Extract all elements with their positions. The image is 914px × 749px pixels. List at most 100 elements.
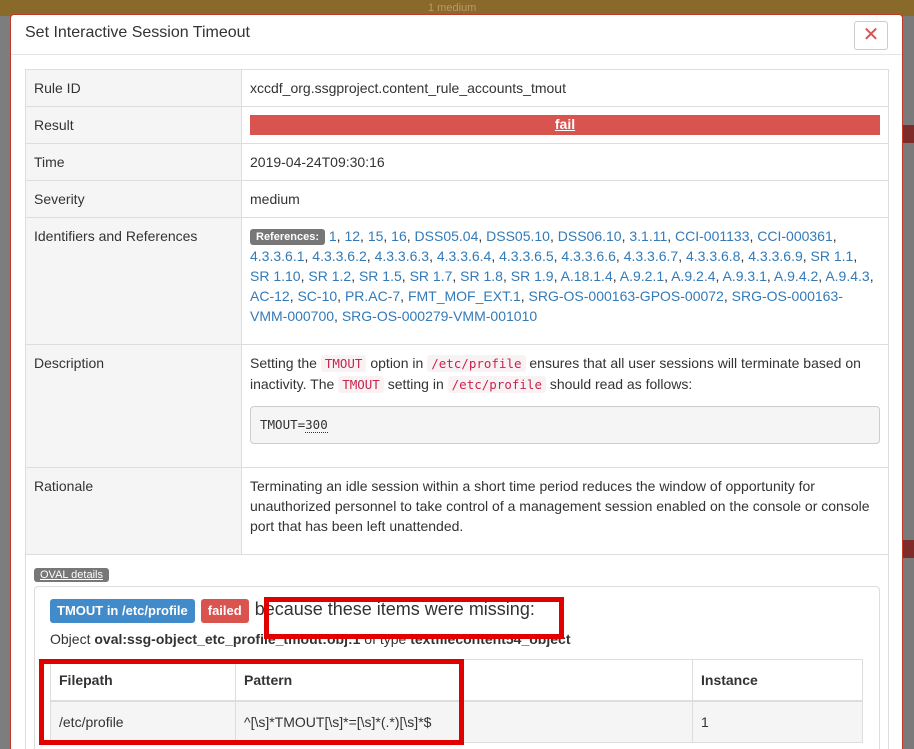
reference-link[interactable]: SC-10 [297, 288, 337, 304]
reference-link[interactable]: SR 1.10 [250, 268, 301, 284]
table-row: Result fail [25, 106, 889, 144]
row-key: Severity [25, 180, 242, 218]
reference-link[interactable]: 4.3.3.6.4 [437, 248, 492, 264]
reference-link[interactable]: CCI-001133 [675, 228, 749, 244]
reference-link[interactable]: A.9.2.1 [620, 268, 664, 284]
reference-link[interactable]: A.9.2.4 [671, 268, 715, 284]
reference-link[interactable]: SR 1.5 [359, 268, 402, 284]
backdrop-badge [903, 125, 914, 143]
code-block: TMOUT=300 [250, 406, 880, 444]
table-row: Description Setting the TMOUT option in … [25, 344, 889, 468]
row-key: Description [25, 344, 242, 468]
oval-test-line: TMOUT in /etc/profile failed because these… [50, 599, 864, 623]
column-header-instance: Instance [692, 659, 863, 702]
reference-link[interactable]: SR 1.7 [410, 268, 453, 284]
reference-link[interactable]: SRG-OS-000279-VMM-001010 [342, 308, 537, 324]
references-cell: References: 1, 12, 15, 16, DSS05.04, DSS… [241, 217, 889, 345]
table-row: Severity medium [25, 180, 889, 218]
oval-object-line: Object oval:ssg-object_etc_profile_tmout… [50, 629, 864, 649]
oval-cell: OVAL details TMOUT in /etc/profile failed… [25, 554, 889, 749]
row-key: Result [25, 106, 242, 144]
reference-link[interactable]: 12 [344, 228, 360, 244]
row-key: Rule ID [25, 69, 242, 107]
reference-link[interactable]: 3.1.11 [629, 228, 667, 244]
references-label: References: [250, 229, 325, 245]
reference-link[interactable]: CCI-000361 [757, 228, 833, 244]
reference-link[interactable]: A.9.4.3 [825, 268, 869, 284]
severity-value: medium [241, 180, 889, 218]
reference-link[interactable]: 4.3.3.6.6 [561, 248, 616, 264]
result-cell: fail [241, 106, 889, 144]
reference-link[interactable]: PR.AC-7 [345, 288, 400, 304]
table-row: Rule ID xccdf_org.ssgproject.content_rul… [25, 69, 889, 107]
table-header-row: Filepath Pattern Instance [50, 659, 863, 702]
backdrop-topbar-text: 1 medium [428, 2, 477, 14]
reference-link[interactable]: A.9.4.2 [774, 268, 818, 284]
code-value[interactable]: 300 [305, 417, 328, 433]
reference-link[interactable]: 4.3.3.6.3 [375, 248, 430, 264]
reference-link[interactable]: 4.3.3.6.1 [250, 248, 305, 264]
reference-link[interactable]: DSS05.04 [415, 228, 479, 244]
result-fail-badge[interactable]: fail [250, 115, 880, 135]
rule-id-value: xccdf_org.ssgproject.content_rule_accoun… [241, 69, 889, 107]
missing-items-text: because these items were missing: [254, 599, 535, 619]
reference-link[interactable]: 1 [329, 228, 337, 244]
oval-status-badge: failed [200, 599, 249, 623]
close-icon: ✕ [862, 24, 880, 46]
rationale-value: Terminating an idle session within a sho… [241, 467, 889, 555]
modal-body: Rule ID xccdf_org.ssgproject.content_rul… [25, 69, 889, 749]
oval-test-label: TMOUT in /etc/profile [50, 599, 195, 623]
oval-panel: TMOUT in /etc/profile failed because these… [34, 586, 880, 749]
description-text-part: Setting the [250, 355, 321, 371]
reference-link[interactable]: AC-12 [250, 288, 290, 304]
reference-link[interactable]: A.18.1.4 [561, 268, 613, 284]
table-row: /etc/profile ^[\s]*TMOUT[\s]*=[\s]*(.*)[… [50, 700, 863, 743]
instance-cell: 1 [692, 700, 863, 743]
object-prefix: Object [50, 631, 95, 647]
reference-link[interactable]: SR 1.2 [308, 268, 351, 284]
reference-link[interactable]: DSS05.10 [486, 228, 550, 244]
table-row: Rationale Terminating an idle session wi… [25, 467, 889, 555]
reference-link[interactable]: 4.3.3.6.7 [624, 248, 679, 264]
inline-code: /etc/profile [447, 376, 546, 393]
modal-title: Set Interactive Session Timeout [25, 24, 250, 41]
reference-link[interactable]: 16 [391, 228, 407, 244]
oval-details-label[interactable]: OVAL details [34, 568, 109, 582]
reference-link[interactable]: SR 1.1 [811, 248, 854, 264]
reference-link[interactable]: 4.3.3.6.5 [499, 248, 554, 264]
reference-link[interactable]: 4.3.3.6.2 [312, 248, 367, 264]
oval-items-table: Filepath Pattern Instance /etc/profile ^… [50, 659, 863, 743]
reference-link[interactable]: 4.3.3.6.9 [748, 248, 803, 264]
reference-link[interactable]: 4.3.3.6.8 [686, 248, 741, 264]
reference-link[interactable]: SR 1.8 [460, 268, 503, 284]
backdrop-badge [903, 540, 914, 558]
reference-link[interactable]: SRG-OS-000163-GPOS-00072 [529, 288, 724, 304]
modal-header: Set Interactive Session Timeout ✕ [11, 15, 902, 55]
rule-info-table: Rule ID xccdf_org.ssgproject.content_rul… [25, 69, 889, 749]
description-cell: Setting the TMOUT option in /etc/profile… [241, 344, 889, 468]
object-mid: of type [360, 631, 411, 647]
description-text-part: should read as follows: [545, 376, 693, 392]
reference-link[interactable]: SR 1.9 [511, 268, 554, 284]
rule-detail-modal: Set Interactive Session Timeout ✕ Rule I… [10, 14, 903, 749]
time-value: 2019-04-24T09:30:16 [241, 143, 889, 181]
object-id: oval:ssg-object_etc_profile_tmout:obj:1 [94, 631, 361, 647]
close-button[interactable]: ✕ [854, 21, 888, 50]
backdrop-left-strip [0, 16, 10, 749]
row-key: Rationale [25, 467, 242, 555]
references-list: 1, 12, 15, 16, DSS05.04, DSS05.10, DSS06… [250, 228, 874, 324]
oval-row: OVAL details TMOUT in /etc/profile failed… [25, 554, 889, 749]
reference-link[interactable]: A.9.3.1 [723, 268, 767, 284]
reference-link[interactable]: FMT_MOF_EXT.1 [408, 288, 521, 304]
inline-code: TMOUT [338, 376, 384, 393]
table-row: Time 2019-04-24T09:30:16 [25, 143, 889, 181]
object-type: textfilecontent54_object [410, 631, 571, 647]
code-text: TMOUT= [260, 417, 306, 432]
inline-code: /etc/profile [427, 355, 526, 372]
pattern-cell: ^[\s]*TMOUT[\s]*=[\s]*(.*)[\s]*$ [235, 700, 693, 743]
description-text-part: option in [366, 355, 428, 371]
row-key: Time [25, 143, 242, 181]
column-header-filepath: Filepath [50, 659, 236, 702]
reference-link[interactable]: DSS06.10 [558, 228, 622, 244]
reference-link[interactable]: 15 [368, 228, 384, 244]
